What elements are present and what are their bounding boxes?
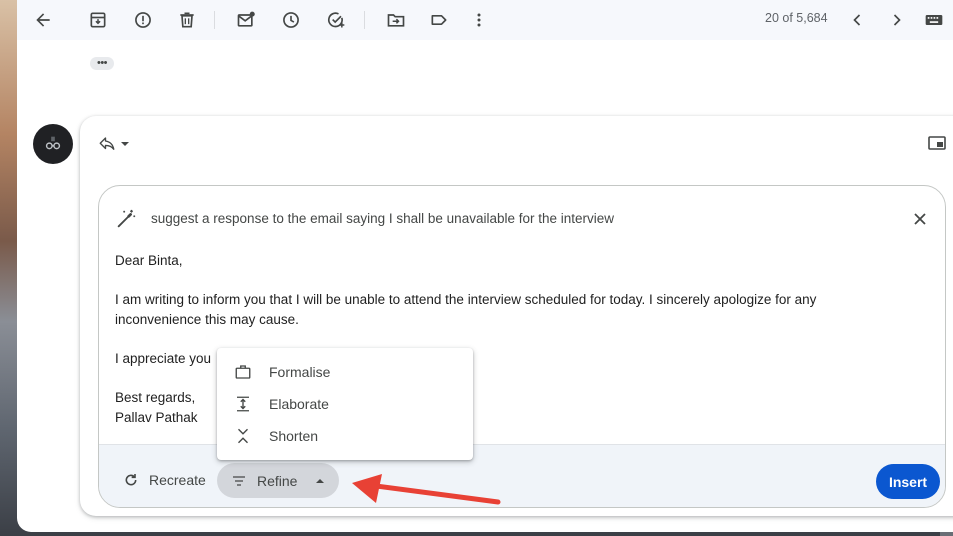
message-toolbar: 20 of 5,684 <box>17 0 953 40</box>
pop-out-icon[interactable] <box>928 135 946 151</box>
move-to-icon[interactable] <box>383 7 409 33</box>
chevron-left-icon[interactable] <box>844 7 870 33</box>
menu-item-formalise[interactable]: Formalise <box>217 356 473 388</box>
menu-item-elaborate[interactable]: Elaborate <box>217 388 473 420</box>
keyboard-icon[interactable] <box>922 7 946 33</box>
reply-icon <box>99 137 115 150</box>
close-icon[interactable] <box>911 210 929 228</box>
annotation-arrow <box>352 474 501 505</box>
snooze-icon[interactable] <box>278 7 304 33</box>
gmail-window: 20 of 5,684 ••• suggest a response to th… <box>17 0 953 532</box>
caret-up-icon <box>316 478 325 483</box>
toolbar-divider <box>214 11 215 29</box>
refine-button[interactable]: Refine <box>217 463 339 498</box>
avatar <box>33 124 73 164</box>
refresh-icon <box>125 474 137 486</box>
draft-paragraph-1: I am writing to inform you that I will b… <box>115 292 817 327</box>
prompt-row: suggest a response to the email saying I… <box>115 208 931 230</box>
label-icon[interactable] <box>426 7 452 33</box>
expand-vertical-icon <box>233 394 253 414</box>
menu-item-label: Formalise <box>269 364 331 380</box>
refine-menu: Formalise Elaborate Shorten <box>217 348 473 460</box>
menu-item-label: Elaborate <box>269 396 329 412</box>
mark-unread-icon[interactable] <box>233 7 259 33</box>
caret-down-icon <box>121 142 129 146</box>
incognito-icon <box>45 136 61 150</box>
recreate-label: Recreate <box>149 472 206 488</box>
draft-greeting: Dear Binta, <box>115 253 183 268</box>
reply-compose-card: suggest a response to the email saying I… <box>80 116 953 516</box>
menu-item-label: Shorten <box>269 428 319 444</box>
filter-lines-icon <box>233 475 245 486</box>
briefcase-icon <box>233 362 253 382</box>
more-vert-icon[interactable] <box>466 7 492 33</box>
magic-pen-icon <box>117 209 136 228</box>
report-spam-icon[interactable] <box>130 7 156 33</box>
insert-button[interactable]: Insert <box>876 464 940 499</box>
pagination-count: 20 of 5,684 <box>765 11 828 25</box>
add-task-icon[interactable] <box>323 7 349 33</box>
delete-icon[interactable] <box>174 7 200 33</box>
chevron-right-icon[interactable] <box>884 7 910 33</box>
toolbar-divider <box>364 11 365 29</box>
recreate-button[interactable]: Recreate <box>115 463 214 497</box>
menu-item-shorten[interactable]: Shorten <box>217 420 473 452</box>
compress-vertical-icon <box>233 426 253 446</box>
collapsed-quote-chip[interactable]: ••• <box>90 57 114 70</box>
prompt-text: suggest a response to the email saying I… <box>151 211 615 226</box>
reply-type-selector[interactable] <box>98 134 138 154</box>
refine-label: Refine <box>257 472 298 489</box>
archive-icon[interactable] <box>85 7 111 33</box>
back-arrow-icon[interactable] <box>30 7 56 33</box>
